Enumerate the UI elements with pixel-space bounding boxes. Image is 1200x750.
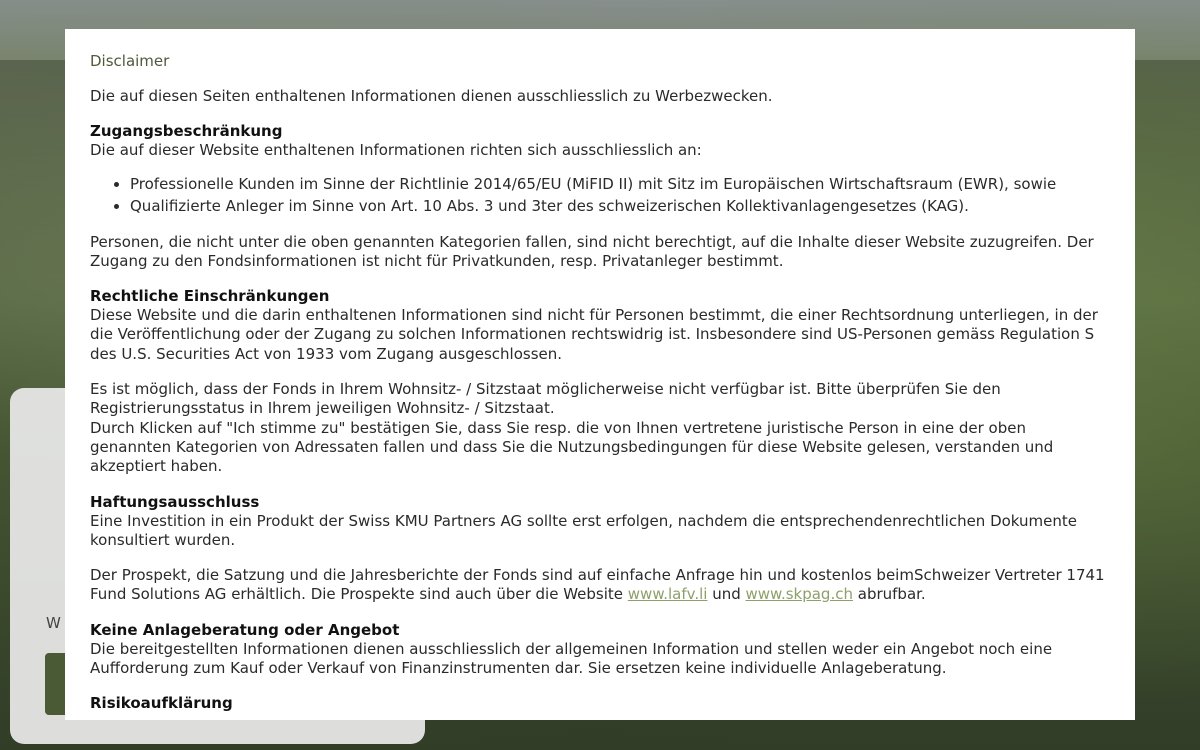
disclaimer-modal: Disclaimer Die auf diesen Seiten enthalt… [65, 29, 1135, 720]
lafv-link[interactable]: www.lafv.li [628, 585, 708, 603]
legal-paragraph-2: Es ist möglich, dass der Fonds in Ihrem … [90, 380, 1001, 418]
liability-text-after: abrufbar. [852, 585, 926, 604]
risk-heading: Risikoaufklärung [90, 694, 233, 713]
access-note: Personen, die nicht unter die oben genan… [90, 232, 1094, 270]
risk-section: Risikoaufklärung [90, 694, 1110, 713]
advice-paragraph: Die bereitgestellten Informationen diene… [90, 639, 1053, 678]
legal-section: Rechtliche Einschränkungen Diese Website… [90, 287, 1110, 364]
access-list: Professionelle Kunden im Sinne der Richt… [90, 173, 1110, 217]
access-heading: Zugangsbeschränkung [90, 122, 283, 141]
access-lead: Die auf dieser Website enthaltenen Infor… [90, 141, 702, 160]
modal-title: Disclaimer [90, 52, 170, 70]
legal-paragraph-3: Durch Klicken auf "Ich stimme zu" bestät… [90, 418, 1054, 476]
liability-paragraph-2: Der Prospekt, die Satzung und die Jahres… [90, 566, 1110, 605]
background-card-text: W [46, 614, 61, 632]
advice-section: Keine Anlageberatung oder Angebot Die be… [90, 621, 1110, 679]
legal-section-2: Es ist möglich, dass der Fonds in Ihrem … [90, 380, 1110, 476]
liability-paragraph-1: Eine Investition in ein Produkt der Swis… [90, 511, 1077, 549]
skpag-link[interactable]: www.skpag.ch [746, 585, 853, 603]
legal-heading: Rechtliche Einschränkungen [90, 287, 330, 306]
legal-paragraph-1: Diese Website und die darin enthaltenen … [90, 306, 1098, 363]
access-section: Zugangsbeschränkung Die auf dieser Websi… [90, 122, 1110, 216]
list-item: Professionelle Kunden im Sinne der Richt… [130, 173, 1110, 195]
liability-heading: Haftungsausschluss [90, 492, 260, 511]
liability-section: Haftungsausschluss Eine Investition in e… [90, 493, 1110, 551]
intro-text: Die auf diesen Seiten enthaltenen Inform… [90, 87, 773, 105]
advice-heading: Keine Anlageberatung oder Angebot [90, 620, 400, 639]
liability-text-middle: und [707, 585, 746, 604]
liability-text-before: Der Prospekt, die Satzung und die Jahres… [90, 566, 1105, 604]
list-item: Qualifizierte Anleger im Sinne von Art. … [130, 195, 1110, 217]
